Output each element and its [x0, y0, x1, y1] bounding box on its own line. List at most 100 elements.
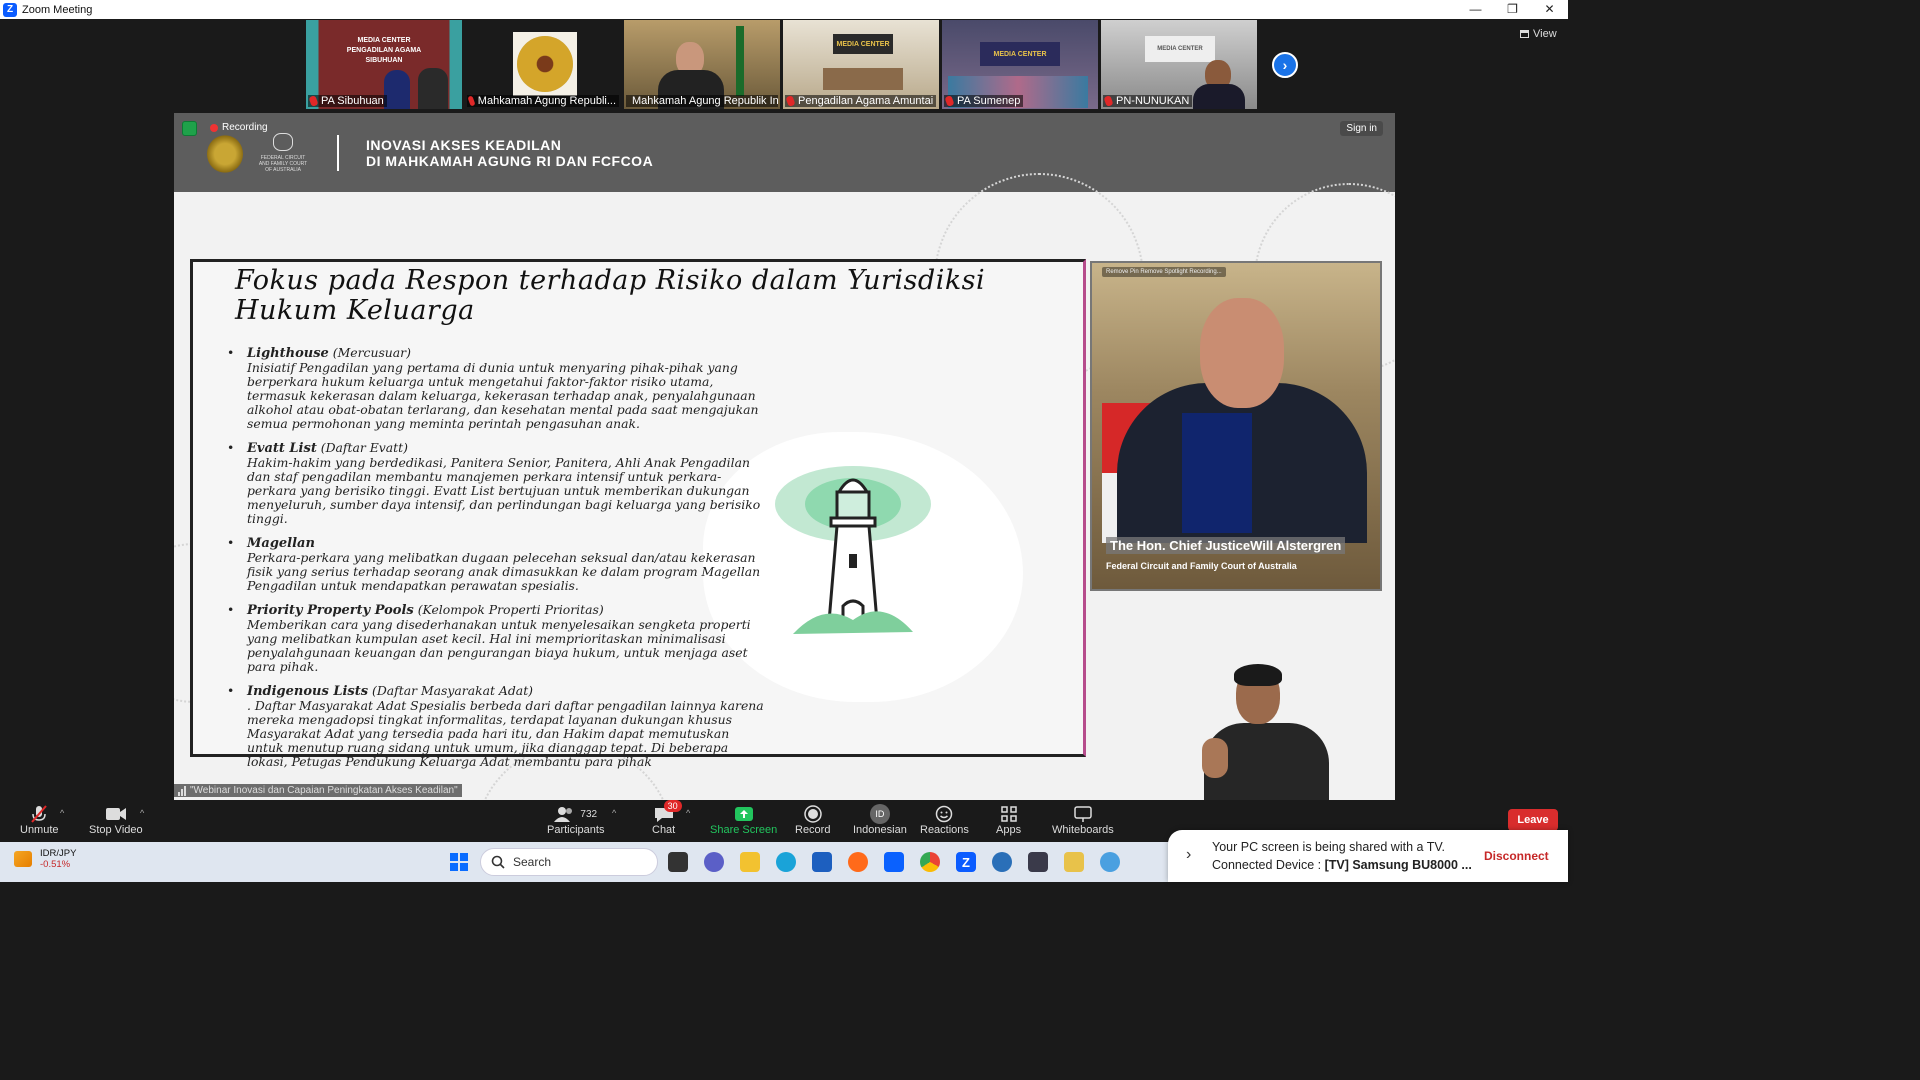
mic-muted-icon — [944, 95, 955, 107]
slide-banner: Recording FEDERAL CIRCUIT AND FAMILY COU… — [174, 113, 1395, 192]
fcfcoa-logo: FEDERAL CIRCUIT AND FAMILY COURT OF AUST… — [258, 133, 308, 175]
slide-title: Fokus pada Respon terhadap Risiko dalam … — [235, 266, 985, 326]
whiteboards-label: Whiteboards — [1052, 824, 1114, 836]
close-button[interactable]: ✕ — [1531, 0, 1568, 19]
participant-name: Mahkamah Agung Republik In... — [632, 95, 778, 107]
participant-name: PA Sumenep — [957, 95, 1021, 107]
reactions-button[interactable]: Reactions — [920, 804, 969, 836]
sign-in-button[interactable]: Sign in — [1340, 121, 1383, 136]
store-icon[interactable] — [812, 852, 832, 872]
unmute-button[interactable]: Unmute — [20, 804, 59, 836]
australia-flag — [1182, 413, 1252, 533]
audio-options-caret[interactable]: ^ — [60, 808, 64, 818]
item-body: Inisiatif Pengadilan yang pertama di dun… — [247, 360, 759, 431]
speaker-video[interactable]: Remove Pin Remove Spotlight Recording...… — [1090, 261, 1382, 591]
language-code: ID — [869, 804, 890, 824]
item-body: . Daftar Masyarakat Adat Spesialis berbe… — [247, 698, 764, 769]
fcfcoa-logo-text: FEDERAL CIRCUIT AND FAMILY COURT OF AUST… — [258, 155, 308, 173]
file-explorer-icon[interactable] — [740, 852, 760, 872]
language-icon: ID — [869, 804, 890, 824]
item-subheading: (Kelompok Properti Prioritas) — [417, 602, 604, 617]
slide-title-line1: Fokus pada Respon terhadap Risiko dalam … — [235, 265, 986, 296]
crest-icon — [273, 133, 293, 151]
participant-tile[interactable]: MEDIA CENTER PA Sumenep — [942, 20, 1098, 109]
item-heading: Indigenous Lists — [247, 684, 369, 699]
list-item: Magellan Perkara-perkara yang melibatkan… — [219, 536, 764, 593]
participant-tile[interactable]: Mahkamah Agung Republik In... — [624, 20, 780, 109]
meeting-topic-text: "Webinar Inovasi dan Capaian Peningkatan… — [190, 785, 458, 796]
stop-video-label: Stop Video — [89, 824, 143, 836]
zoom-taskbar-icon[interactable]: Z — [956, 852, 976, 872]
mic-muted-icon — [626, 96, 630, 106]
apps-button[interactable]: Apps — [996, 804, 1021, 836]
zoom-logo-icon: Z — [3, 2, 17, 17]
stock-symbol: IDR/JPY — [40, 848, 77, 859]
lighthouse-illustration — [773, 462, 933, 647]
smiley-icon — [935, 804, 953, 824]
chat-button[interactable]: 30 Chat — [652, 800, 682, 836]
chevron-right-icon[interactable]: › — [1186, 846, 1191, 864]
windows-start-icon[interactable] — [450, 853, 468, 871]
search-placeholder: Search — [513, 855, 552, 869]
list-item: Indigenous Lists (Daftar Masyarakat Adat… — [219, 684, 764, 769]
chat-icon: 30 — [654, 800, 682, 824]
whiteboards-button[interactable]: Whiteboards — [1052, 804, 1114, 836]
tile-sign: MEDIA CENTER — [1145, 36, 1215, 62]
participant-tile[interactable]: Mahkamah Agung Republi... — [465, 20, 621, 109]
stock-chart-icon — [14, 851, 32, 867]
recording-indicator[interactable]: Recording — [210, 122, 268, 133]
disconnect-button[interactable]: Disconnect — [1484, 849, 1549, 863]
window-title-bar: Z Zoom Meeting — ❐ ✕ — [0, 0, 1568, 19]
banner-title: INOVASI AKSES KEADILAN DI MAHKAMAH AGUNG… — [366, 137, 653, 169]
item-subheading: (Daftar Evatt) — [320, 440, 408, 455]
share-screen-button[interactable]: Share Screen — [710, 804, 777, 836]
dropbox-icon[interactable] — [884, 852, 904, 872]
participant-tile[interactable]: MEDIA CENTER PN-NUNUKAN — [1101, 20, 1257, 109]
mic-muted-icon — [308, 95, 319, 107]
teams-icon[interactable] — [704, 852, 724, 872]
app-icon[interactable] — [1028, 852, 1048, 872]
firefox-icon[interactable] — [848, 852, 868, 872]
mic-muted-icon — [785, 95, 796, 107]
app-icon[interactable] — [1064, 852, 1084, 872]
taskbar-search[interactable]: Search — [480, 848, 658, 876]
view-button[interactable]: View — [1520, 28, 1557, 40]
slide-bullet-list: Lighthouse (Mercusuar)Inisiatif Pengadil… — [219, 346, 764, 779]
interpretation-button[interactable]: ID Indonesian — [853, 804, 907, 836]
chrome-icon[interactable] — [920, 852, 940, 872]
stop-video-button[interactable]: Stop Video — [89, 804, 143, 836]
participants-button[interactable]: 732 Participants — [547, 804, 604, 836]
slide-title-line2: Hukum Keluarga — [235, 295, 475, 326]
participants-options-caret[interactable]: ^ — [612, 808, 616, 818]
record-button[interactable]: Record — [795, 804, 830, 836]
list-item: Lighthouse (Mercusuar)Inisiatif Pengadil… — [219, 346, 764, 431]
participants-label: Participants — [547, 824, 605, 836]
speaker-org-caption: Federal Circuit and Family Court of Aust… — [1106, 561, 1297, 571]
task-view-icon[interactable] — [668, 852, 688, 872]
record-label: Record — [795, 824, 831, 836]
leave-button[interactable]: Leave — [1508, 809, 1558, 831]
next-page-button[interactable]: › — [1272, 52, 1298, 78]
item-heading: Magellan — [247, 536, 315, 551]
participant-tile[interactable]: MEDIA CENTER PENGADILAN AGAMA SIBUHUAN P… — [306, 20, 462, 109]
edge-icon[interactable] — [776, 852, 796, 872]
participant-name: Mahkamah Agung Republi... — [477, 95, 616, 107]
app-icon[interactable] — [992, 852, 1012, 872]
globe-icon[interactable] — [1100, 852, 1120, 872]
chat-options-caret[interactable]: ^ — [686, 808, 690, 818]
speaker-face — [1200, 298, 1284, 408]
device-name: [TV] Samsung BU8000 ... — [1324, 858, 1472, 872]
unmute-label: Unmute — [20, 824, 59, 836]
tv-share-notification: › Your PC screen is being shared with a … — [1168, 830, 1568, 882]
stock-widget[interactable]: IDR/JPY -0.51% — [14, 848, 76, 870]
restore-button[interactable]: ❐ — [1494, 0, 1531, 19]
participant-tile[interactable]: MEDIA CENTER Pengadilan Agama Amuntai — [783, 20, 939, 109]
minimize-button[interactable]: — — [1457, 0, 1494, 19]
item-heading: Evatt List — [247, 441, 317, 456]
apps-icon — [1000, 804, 1017, 824]
shared-screen: Recording FEDERAL CIRCUIT AND FAMILY COU… — [174, 113, 1395, 800]
record-icon — [803, 804, 822, 824]
security-shield-icon[interactable] — [182, 121, 197, 136]
video-camera-icon — [105, 804, 127, 824]
video-options-caret[interactable]: ^ — [140, 808, 144, 818]
